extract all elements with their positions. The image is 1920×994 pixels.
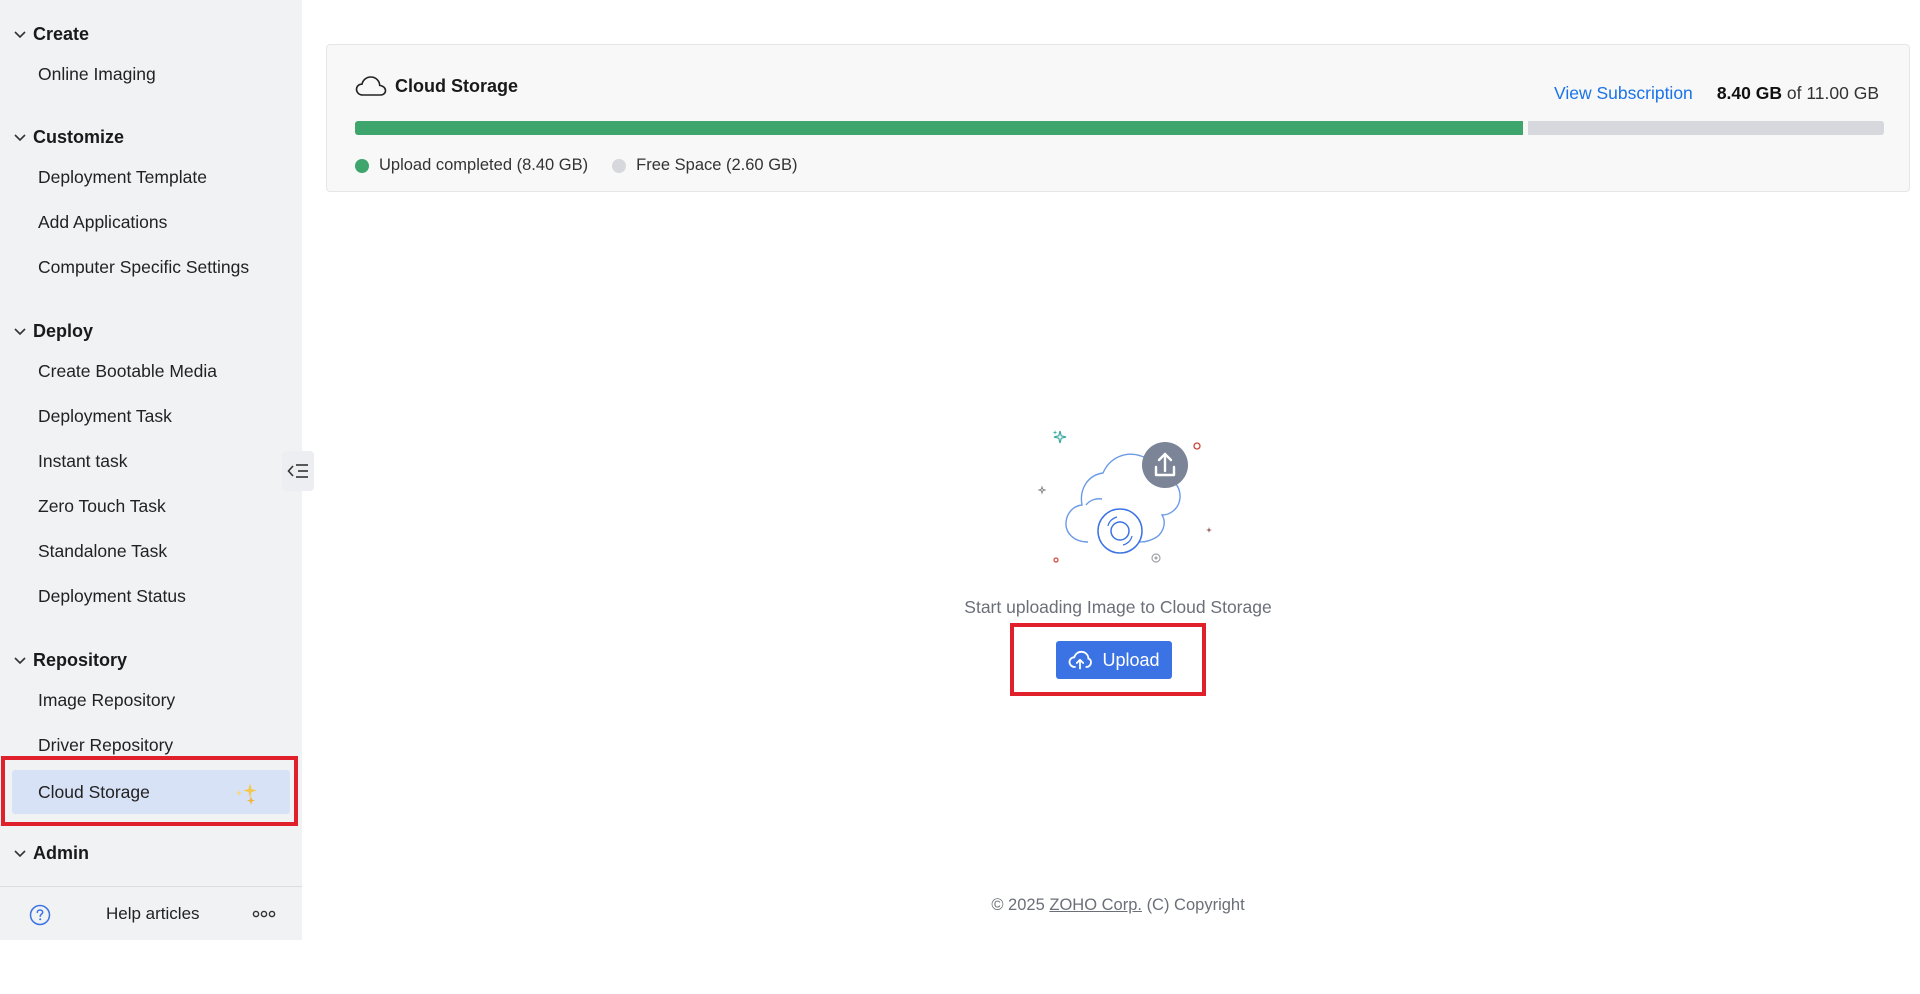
sidebar-highlight-box: [1, 756, 298, 826]
view-subscription-link[interactable]: View Subscription: [1554, 83, 1693, 104]
sidebar-item-deployment-template[interactable]: Deployment Template: [38, 167, 207, 188]
section-title: Admin: [33, 843, 89, 863]
sidebar-item-deployment-task[interactable]: Deployment Task: [38, 406, 172, 427]
sidebar-item-zero-touch-task[interactable]: Zero Touch Task: [38, 496, 166, 517]
sidebar-item-driver-repository[interactable]: Driver Repository: [38, 735, 173, 756]
chevron-down-icon: [13, 325, 27, 339]
collapse-sidebar-button[interactable]: [282, 451, 314, 491]
storage-bar-used: [355, 121, 1523, 135]
page-footer: © 2025 ZOHO Corp. (C) Copyright: [326, 896, 1910, 915]
section-title: Customize: [33, 127, 125, 147]
copyright-prefix: © 2025: [991, 896, 1045, 914]
legend-label-used: Upload completed (8.40 GB): [379, 156, 589, 174]
storage-usage: 8.40 GB of 11.00 GB: [1717, 83, 1879, 104]
sidebar-item-create-bootable-media[interactable]: Create Bootable Media: [38, 361, 217, 382]
sidebar: Create Online Imaging Customize Deployme…: [0, 0, 302, 940]
legend-label-free: Free Space (2.60 GB): [636, 156, 798, 174]
card-title: Cloud Storage: [355, 75, 518, 97]
question-circle-icon[interactable]: [29, 904, 51, 926]
section-header-repository[interactable]: Repository: [13, 650, 127, 671]
upload-highlight-box: [1010, 623, 1206, 696]
section-title: Deploy: [33, 321, 94, 341]
empty-state-message: Start uploading Image to Cloud Storage: [964, 597, 1272, 617]
section-title: Create: [33, 24, 90, 44]
section-title: Repository: [33, 650, 128, 670]
legend-item-free: Free Space (2.60 GB): [612, 156, 798, 175]
legend-dot-used: [355, 158, 369, 173]
cloud-icon: [355, 76, 387, 96]
section-header-deploy[interactable]: Deploy: [13, 321, 93, 342]
section-header-customize[interactable]: Customize: [13, 127, 124, 148]
legend-item-used: Upload completed (8.40 GB): [355, 156, 588, 175]
cloud-upload-illustration: [1037, 430, 1212, 563]
chevron-down-icon: [13, 847, 27, 861]
sidebar-item-computer-specific-settings[interactable]: Computer Specific Settings: [38, 257, 249, 278]
card-title-text: Cloud Storage: [395, 75, 519, 96]
chevron-down-icon: [13, 131, 27, 145]
chevron-down-icon: [13, 28, 27, 42]
sidebar-item-instant-task[interactable]: Instant task: [38, 451, 128, 472]
sidebar-item-standalone-task[interactable]: Standalone Task: [38, 541, 167, 562]
more-horizontal-icon[interactable]: [252, 909, 276, 919]
copyright-suffix: (C) Copyright: [1146, 896, 1245, 914]
total-value: 11.00 GB: [1806, 83, 1879, 103]
used-value: 8.40 GB: [1716, 83, 1782, 103]
collapse-menu-icon: [287, 464, 308, 478]
sidebar-item-online-imaging[interactable]: Online Imaging: [38, 64, 156, 85]
legend-dot-free: [612, 158, 627, 173]
of-text: of: [1786, 83, 1802, 103]
section-header-admin[interactable]: Admin: [13, 843, 89, 864]
sidebar-footer: Help articles: [0, 886, 302, 940]
app-root: Create Online Imaging Customize Deployme…: [0, 0, 1920, 994]
chevron-down-icon: [13, 654, 27, 668]
section-header-create[interactable]: Create: [13, 24, 89, 45]
cloud-storage-card: Cloud Storage View Subscription 8.40 GB …: [326, 44, 1910, 192]
sidebar-item-image-repository[interactable]: Image Repository: [38, 690, 175, 711]
help-articles-link[interactable]: Help articles: [106, 904, 200, 924]
zoho-corp-link[interactable]: ZOHO Corp.: [1049, 896, 1142, 914]
sidebar-item-deployment-status[interactable]: Deployment Status: [38, 586, 186, 607]
sidebar-item-add-applications[interactable]: Add Applications: [38, 212, 167, 233]
storage-bar-free: [1528, 121, 1884, 135]
storage-legend: Upload completed (8.40 GB) Free Space (2…: [355, 156, 822, 175]
